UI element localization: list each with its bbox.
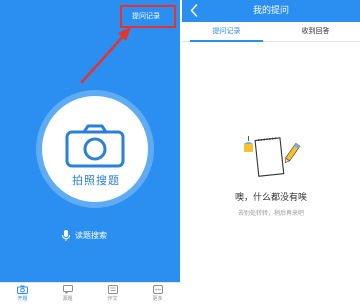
- more-icon: [152, 285, 163, 294]
- bottom-nav: 开题 源题 作文 更多: [0, 282, 180, 305]
- microphone-icon: [62, 229, 70, 241]
- nav-label: 作文: [107, 296, 118, 302]
- highlight-box: [120, 5, 176, 28]
- nav-item-home[interactable]: 开题: [0, 283, 45, 305]
- chat-icon: [62, 285, 73, 294]
- photo-search-label[interactable]: 拍照搜题: [44, 172, 148, 188]
- left-phone-screen: 提问记录 拍照搜题 读题搜索 开题 源题 作文 更多: [0, 0, 180, 305]
- nav-item-more[interactable]: 更多: [135, 283, 180, 305]
- empty-state-title: 噢，什么都没有唉: [234, 193, 307, 203]
- tab-bar: 提问记录 收到回答: [182, 22, 360, 42]
- voice-search-button[interactable]: 读题搜索: [62, 228, 107, 242]
- empty-state-subtitle: 去别处转转，稍后再来吧: [237, 210, 304, 217]
- camera-icon: [17, 285, 28, 294]
- camera-icon: [65, 124, 125, 168]
- nav-item-source[interactable]: 源题: [45, 283, 90, 305]
- book-icon: [107, 285, 118, 294]
- page-title: 我的提问: [252, 6, 289, 16]
- right-phone-screen: 我的提问 提问记录 收到回答 噢，什么都没有唉 去别处转转，稍后再来吧: [182, 0, 360, 305]
- tab-received-answers[interactable]: 收到回答: [271, 22, 360, 41]
- tab-ask-record[interactable]: 提问记录: [182, 22, 271, 42]
- nav-label: 更多: [152, 296, 163, 302]
- voice-search-label: 读题搜索: [75, 230, 107, 240]
- nav-item-essay[interactable]: 作文: [90, 283, 135, 305]
- empty-state-illustration: [244, 136, 301, 177]
- nav-label: 开题: [17, 296, 28, 302]
- nav-label: 源题: [62, 296, 73, 302]
- header-bar: 我的提问: [182, 0, 360, 22]
